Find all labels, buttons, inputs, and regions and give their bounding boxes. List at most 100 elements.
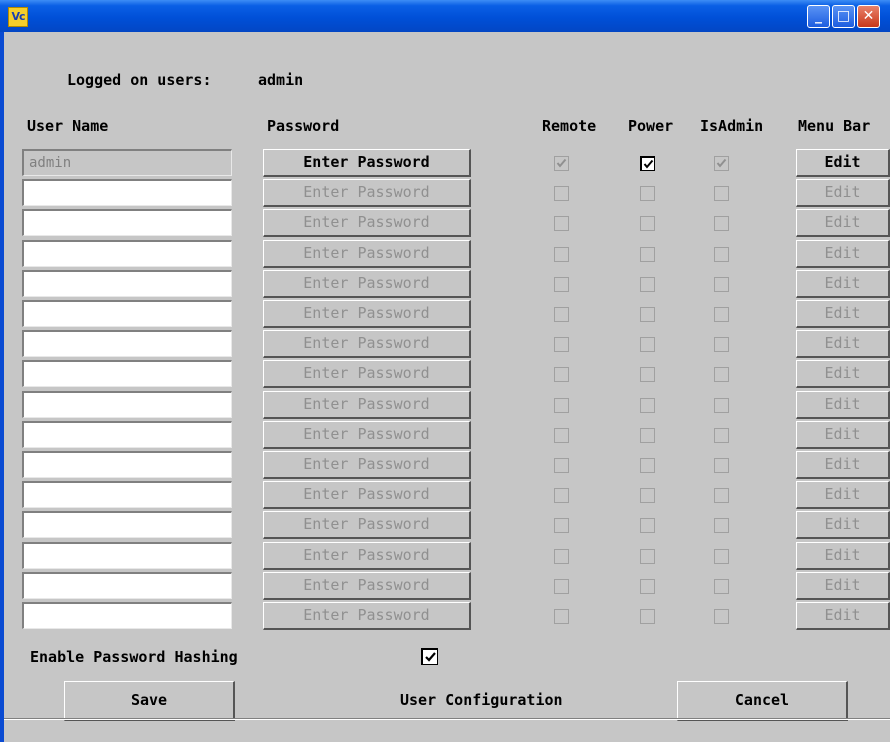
edit-menu-bar-button[interactable]: Edit xyxy=(796,511,890,539)
edit-menu-bar-button[interactable]: Edit xyxy=(796,391,890,419)
enter-password-button[interactable]: Enter Password xyxy=(263,572,471,600)
user-name-field[interactable] xyxy=(22,451,232,478)
remote-checkbox[interactable] xyxy=(554,488,569,503)
cancel-button[interactable]: Cancel xyxy=(677,681,848,721)
edit-menu-bar-button[interactable]: Edit xyxy=(796,602,890,630)
user-name-field[interactable]: admin xyxy=(22,149,232,176)
user-name-field[interactable] xyxy=(22,391,232,418)
enter-password-button[interactable]: Enter Password xyxy=(263,451,471,479)
remote-checkbox[interactable] xyxy=(554,186,569,201)
remote-checkbox[interactable] xyxy=(554,367,569,382)
edit-menu-bar-button[interactable]: Edit xyxy=(796,572,890,600)
isadmin-checkbox[interactable] xyxy=(714,428,729,443)
isadmin-checkbox[interactable] xyxy=(714,458,729,473)
isadmin-checkbox[interactable] xyxy=(714,518,729,533)
user-name-field[interactable] xyxy=(22,330,232,357)
remote-checkbox[interactable] xyxy=(554,609,569,624)
isadmin-checkbox[interactable] xyxy=(714,549,729,564)
power-checkbox[interactable] xyxy=(640,307,655,322)
user-name-field[interactable] xyxy=(22,481,232,508)
remote-checkbox[interactable] xyxy=(554,277,569,292)
enter-password-button[interactable]: Enter Password xyxy=(263,240,471,268)
isadmin-checkbox[interactable] xyxy=(714,277,729,292)
power-checkbox[interactable] xyxy=(640,216,655,231)
edit-menu-bar-button[interactable]: Edit xyxy=(796,421,890,449)
password-hashing-checkbox[interactable] xyxy=(421,648,438,665)
power-checkbox[interactable] xyxy=(640,337,655,352)
enter-password-button[interactable]: Enter Password xyxy=(263,421,471,449)
enter-password-button[interactable]: Enter Password xyxy=(263,149,471,177)
user-name-field[interactable] xyxy=(22,421,232,448)
power-checkbox[interactable] xyxy=(640,156,655,171)
enter-password-button[interactable]: Enter Password xyxy=(263,391,471,419)
title-bar[interactable]: Vc _ □ ✕ xyxy=(0,0,890,32)
power-checkbox[interactable] xyxy=(640,428,655,443)
remote-checkbox[interactable] xyxy=(554,216,569,231)
user-name-field[interactable] xyxy=(22,300,232,327)
edit-menu-bar-button[interactable]: Edit xyxy=(796,300,890,328)
edit-menu-bar-button[interactable]: Edit xyxy=(796,542,890,570)
power-checkbox[interactable] xyxy=(640,609,655,624)
user-name-field[interactable] xyxy=(22,270,232,297)
isadmin-checkbox[interactable] xyxy=(714,156,729,171)
enter-password-button[interactable]: Enter Password xyxy=(263,270,471,298)
isadmin-checkbox[interactable] xyxy=(714,367,729,382)
user-name-field[interactable] xyxy=(22,240,232,267)
enter-password-button[interactable]: Enter Password xyxy=(263,602,471,630)
enter-password-button[interactable]: Enter Password xyxy=(263,511,471,539)
user-name-field[interactable] xyxy=(22,572,232,599)
remote-checkbox[interactable] xyxy=(554,549,569,564)
remote-checkbox[interactable] xyxy=(554,337,569,352)
enter-password-button[interactable]: Enter Password xyxy=(263,330,471,358)
power-checkbox[interactable] xyxy=(640,398,655,413)
enter-password-button[interactable]: Enter Password xyxy=(263,209,471,237)
isadmin-checkbox[interactable] xyxy=(714,579,729,594)
isadmin-checkbox[interactable] xyxy=(714,609,729,624)
user-name-field[interactable] xyxy=(22,602,232,629)
remote-checkbox[interactable] xyxy=(554,458,569,473)
enter-password-button[interactable]: Enter Password xyxy=(263,481,471,509)
remote-checkbox[interactable] xyxy=(554,307,569,322)
minimize-button[interactable]: _ xyxy=(807,5,830,28)
isadmin-checkbox[interactable] xyxy=(714,216,729,231)
remote-checkbox[interactable] xyxy=(554,428,569,443)
remote-checkbox[interactable] xyxy=(554,398,569,413)
isadmin-checkbox[interactable] xyxy=(714,186,729,201)
enter-password-button[interactable]: Enter Password xyxy=(263,179,471,207)
edit-menu-bar-button[interactable]: Edit xyxy=(796,209,890,237)
edit-menu-bar-button[interactable]: Edit xyxy=(796,179,890,207)
enter-password-button[interactable]: Enter Password xyxy=(263,300,471,328)
save-button[interactable]: Save xyxy=(64,681,235,721)
edit-menu-bar-button[interactable]: Edit xyxy=(796,360,890,388)
user-name-field[interactable] xyxy=(22,360,232,387)
isadmin-checkbox[interactable] xyxy=(714,337,729,352)
edit-menu-bar-button[interactable]: Edit xyxy=(796,149,890,177)
enter-password-button[interactable]: Enter Password xyxy=(263,360,471,388)
power-checkbox[interactable] xyxy=(640,277,655,292)
user-name-field[interactable] xyxy=(22,179,232,206)
user-name-field[interactable] xyxy=(22,511,232,538)
remote-checkbox[interactable] xyxy=(554,247,569,262)
edit-menu-bar-button[interactable]: Edit xyxy=(796,451,890,479)
isadmin-checkbox[interactable] xyxy=(714,398,729,413)
edit-menu-bar-button[interactable]: Edit xyxy=(796,240,890,268)
edit-menu-bar-button[interactable]: Edit xyxy=(796,481,890,509)
power-checkbox[interactable] xyxy=(640,247,655,262)
edit-menu-bar-button[interactable]: Edit xyxy=(796,270,890,298)
remote-checkbox[interactable] xyxy=(554,579,569,594)
user-name-field[interactable] xyxy=(22,542,232,569)
user-name-field[interactable] xyxy=(22,209,232,236)
close-button[interactable]: ✕ xyxy=(857,5,880,28)
remote-checkbox[interactable] xyxy=(554,156,569,171)
remote-checkbox[interactable] xyxy=(554,518,569,533)
power-checkbox[interactable] xyxy=(640,549,655,564)
isadmin-checkbox[interactable] xyxy=(714,307,729,322)
maximize-button[interactable]: □ xyxy=(832,5,855,28)
edit-menu-bar-button[interactable]: Edit xyxy=(796,330,890,358)
isadmin-checkbox[interactable] xyxy=(714,247,729,262)
isadmin-checkbox[interactable] xyxy=(714,488,729,503)
enter-password-button[interactable]: Enter Password xyxy=(263,542,471,570)
power-checkbox[interactable] xyxy=(640,579,655,594)
power-checkbox[interactable] xyxy=(640,367,655,382)
power-checkbox[interactable] xyxy=(640,186,655,201)
